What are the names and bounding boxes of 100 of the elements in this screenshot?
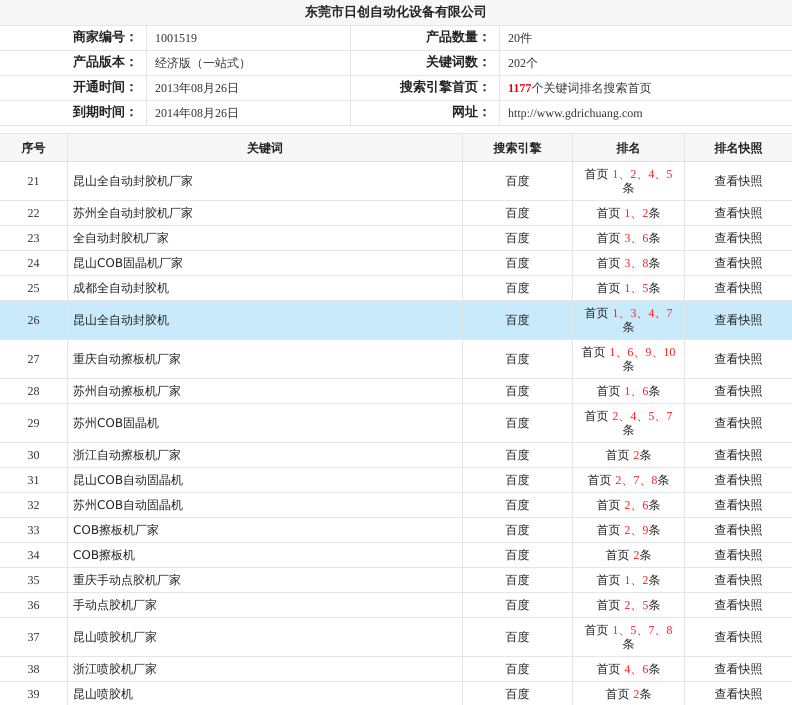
rank-text: 首页 3、8条 [596,256,660,270]
rank-text: 首页 2条 [606,448,652,462]
snapshot-link[interactable]: 查看快照 [714,229,762,247]
table-row[interactable]: 33 COB擦板机厂家 百度 首页 2、9条 查看快照 [0,518,792,543]
snapshot-link[interactable]: 查看快照 [714,496,762,514]
row-number: 33 [28,522,40,539]
table-row[interactable]: 34 COB擦板机 百度 首页 2条 查看快照 [0,543,792,568]
row-number: 39 [28,686,40,703]
rank-text: 首页 1、3、4、7 条 [584,306,674,334]
engine-text: 百度 [506,597,530,614]
rank-text: 首页 1、2条 [596,573,660,587]
keyword-text: 浙江自动擦板机厂家 [73,447,181,464]
company-title: 东莞市日创自动化设备有限公司 [305,4,487,22]
table-row[interactable]: 35 重庆手动点胶机厂家 百度 首页 1、2条 查看快照 [0,568,792,593]
row-number: 37 [28,629,40,646]
rank-text: 首页 1、6条 [596,384,660,398]
info-value: http://www.gdrichuang.com [508,105,643,122]
row-number: 34 [28,547,40,564]
info-value: 1001519 [155,30,197,47]
table-row[interactable]: 23 全自动封胶机厂家 百度 首页 3、6条 查看快照 [0,226,792,251]
info-value: 2014年08月26日 [155,105,239,122]
snapshot-link[interactable]: 查看快照 [714,596,762,614]
snapshot-link[interactable]: 查看快照 [714,471,762,489]
keyword-text: 昆山COB自动固晶机 [73,472,184,489]
table-row[interactable]: 22 苏州全自动封胶机厂家 百度 首页 1、2条 查看快照 [0,201,792,226]
snapshot-link[interactable]: 查看快照 [714,204,762,222]
engine-text: 百度 [506,230,530,247]
rank-text: 首页 3、6条 [596,231,660,245]
row-number: 27 [28,351,40,368]
table-row[interactable]: 25 成都全自动封胶机 百度 首页 1、5条 查看快照 [0,276,792,301]
keyword-text: 手动点胶机厂家 [73,597,157,614]
row-number: 30 [28,447,40,464]
rank-text: 首页 2、9条 [596,523,660,537]
row-number: 35 [28,572,40,589]
keyword-text: 全自动封胶机厂家 [73,230,169,247]
row-number: 24 [28,255,40,272]
rank-text: 首页 2条 [606,687,652,701]
rank-text: 首页 1、2条 [596,206,660,220]
snapshot-link[interactable]: 查看快照 [714,660,762,678]
table-row[interactable]: 29 苏州COB固晶机 百度 首页 2、4、5、7 条 查看快照 [0,404,792,443]
engine-text: 百度 [506,312,530,329]
table-row[interactable]: 32 苏州COB自动固晶机 百度 首页 2、6条 查看快照 [0,493,792,518]
engine-text: 百度 [506,629,530,646]
table-row[interactable]: 30 浙江自动擦板机厂家 百度 首页 2条 查看快照 [0,443,792,468]
engine-text: 百度 [506,497,530,514]
rank-text: 首页 1、5条 [596,281,660,295]
row-number: 22 [28,205,40,222]
keyword-text: 昆山COB固晶机厂家 [73,255,184,272]
snapshot-link[interactable]: 查看快照 [714,685,762,703]
snapshot-link[interactable]: 查看快照 [714,350,762,368]
snapshot-link[interactable]: 查看快照 [714,311,762,329]
engine-text: 百度 [506,572,530,589]
engine-text: 百度 [506,351,530,368]
table-row[interactable]: 28 苏州自动擦板机厂家 百度 首页 1、6条 查看快照 [0,379,792,404]
keyword-text: 浙江喷胶机厂家 [73,661,157,678]
keyword-text: 昆山喷胶机厂家 [73,629,157,646]
snapshot-link[interactable]: 查看快照 [714,172,762,190]
keyword-text: 重庆手动点胶机厂家 [73,572,181,589]
snapshot-link[interactable]: 查看快照 [714,414,762,432]
keyword-text: 重庆自动擦板机厂家 [73,351,181,368]
engine-text: 百度 [506,415,530,432]
info-label: 到期时间： [73,104,138,122]
table-row[interactable]: 37 昆山喷胶机厂家 百度 首页 1、5、7、8 条 查看快照 [0,618,792,657]
engine-text: 百度 [506,447,530,464]
table-row[interactable]: 38 浙江喷胶机厂家 百度 首页 4、6条 查看快照 [0,657,792,682]
keyword-text: COB擦板机 [73,547,136,564]
snapshot-link[interactable]: 查看快照 [714,571,762,589]
table-row[interactable]: 21 昆山全自动封胶机厂家 百度 首页 1、2、4、5 条 查看快照 [0,162,792,201]
keyword-text: 成都全自动封胶机 [73,280,169,297]
snapshot-link[interactable]: 查看快照 [714,546,762,564]
row-number: 36 [28,597,40,614]
info-label: 开通时间： [73,79,138,98]
info-label: 搜索引擎首页： [400,78,491,98]
row-number: 25 [28,280,40,297]
keyword-text: 苏州COB固晶机 [73,415,160,432]
column-header: 搜索引擎 [494,140,542,156]
table-row[interactable]: 36 手动点胶机厂家 百度 首页 2、5条 查看快照 [0,593,792,618]
table-row[interactable]: 26 昆山全自动封胶机 百度 首页 1、3、4、7 条 查看快照 [0,301,792,340]
engine-text: 百度 [506,173,530,190]
rank-text: 首页 2、4、5、7 条 [584,409,674,437]
keyword-text: 苏州全自动封胶机厂家 [73,205,193,222]
keyword-text: COB擦板机厂家 [73,522,160,539]
info-value: 20件 [508,30,532,47]
keyword-text: 苏州自动擦板机厂家 [73,383,181,400]
snapshot-link[interactable]: 查看快照 [714,628,762,646]
info-value: 经济版（一站式） [155,55,251,72]
row-number: 38 [28,661,40,678]
table-row[interactable]: 31 昆山COB自动固晶机 百度 首页 2、7、8条 查看快照 [0,468,792,493]
engine-text: 百度 [506,547,530,564]
snapshot-link[interactable]: 查看快照 [714,446,762,464]
rank-text: 首页 1、5、7、8 条 [584,623,674,651]
snapshot-link[interactable]: 查看快照 [714,382,762,400]
engine-text: 百度 [506,472,530,489]
snapshot-link[interactable]: 查看快照 [714,254,762,272]
snapshot-link[interactable]: 查看快照 [714,521,762,539]
snapshot-link[interactable]: 查看快照 [714,279,762,297]
rank-text: 首页 2、6条 [596,498,660,512]
info-label: 网址： [452,104,491,122]
table-row[interactable]: 27 重庆自动擦板机厂家 百度 首页 1、6、9、10 条 查看快照 [0,340,792,379]
table-row[interactable]: 24 昆山COB固晶机厂家 百度 首页 3、8条 查看快照 [0,251,792,276]
